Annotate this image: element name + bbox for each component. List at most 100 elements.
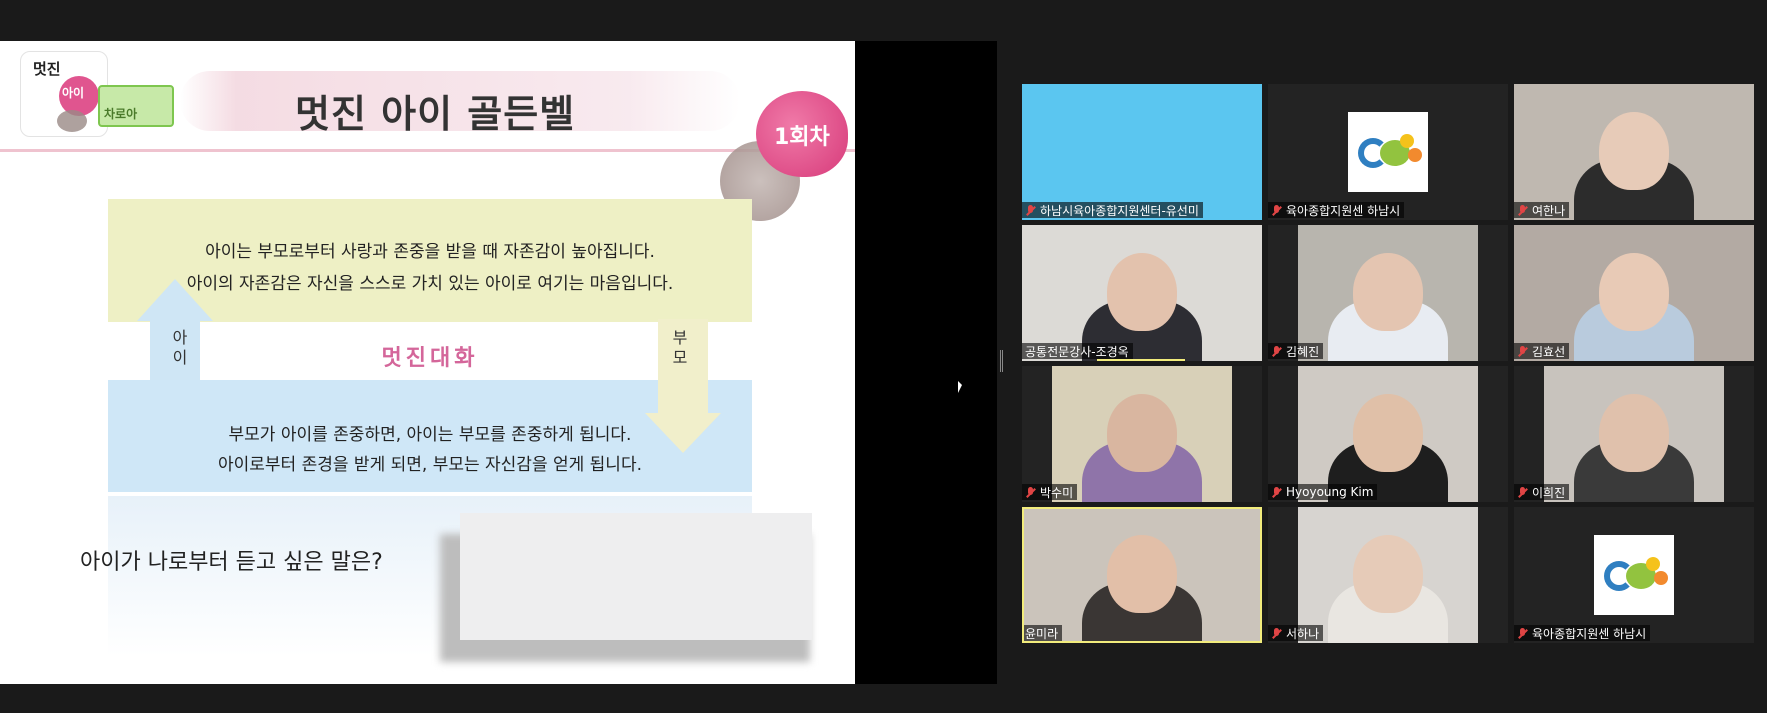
top-bar xyxy=(0,0,1767,41)
participant-name: 이희진 xyxy=(1532,485,1566,500)
participant-name-label: 서하나 xyxy=(1268,625,1324,641)
answer-box xyxy=(460,513,812,640)
participant-tile[interactable]: 김혜진 xyxy=(1268,225,1508,361)
participant-name: 박수미 xyxy=(1040,485,1074,500)
participant-video xyxy=(1268,507,1508,643)
mic-muted-icon xyxy=(1517,204,1528,216)
participant-photo xyxy=(1514,225,1754,361)
participant-photo xyxy=(1298,225,1478,361)
participant-name: 육아종합지원센 하남시 xyxy=(1532,626,1647,641)
mic-muted-icon xyxy=(1517,345,1528,357)
arrow-up-label: 아 이 xyxy=(172,328,188,367)
participant-photo xyxy=(1544,366,1724,502)
participant-tile[interactable]: 여한나 xyxy=(1514,84,1754,220)
top-message-line1: 아이는 부모로부터 사랑과 존중을 받을 때 자존감이 높아집니다. xyxy=(205,242,655,262)
center-text: 멋진대화 xyxy=(381,346,479,371)
participant-video xyxy=(1514,366,1754,502)
participant-name-label: 육아종합지원센 하남시 xyxy=(1514,625,1651,641)
participant-face xyxy=(1353,535,1423,613)
logo: 멋진 아이 xyxy=(20,51,108,137)
participant-name: 윤미라 xyxy=(1025,626,1059,641)
sign-text: 차로아 xyxy=(104,107,138,121)
participant-photo xyxy=(1052,366,1232,502)
participant-name-label: 김혜진 xyxy=(1268,343,1324,359)
participant-face xyxy=(1107,253,1177,331)
participant-video xyxy=(1022,507,1262,643)
session-label: 1회차 xyxy=(774,125,830,150)
mic-muted-icon xyxy=(1025,204,1036,216)
divider xyxy=(0,149,855,152)
participant-gallery: 하남시육아종합지원센터-유선미 육아종합지원센 하남시 여한나 공통전문강사-조경옥 김… xyxy=(1022,84,1755,644)
participant-face xyxy=(1107,535,1177,613)
shared-screen: 멋진 아이 차로아 멋진 아이 골든벨 1회차 아이는 부모로부터 사랑과 존중… xyxy=(0,41,855,684)
participant-tile[interactable]: 하남시육아종합지원센터-유선미 xyxy=(1022,84,1262,220)
slide-title: 멋진 아이 골든벨 xyxy=(295,92,576,136)
participant-name-label: 공통전문강사-조경옥 xyxy=(1022,343,1133,359)
participant-video xyxy=(1022,225,1262,361)
participant-tile[interactable]: 서하나 xyxy=(1268,507,1508,643)
arrow-down-icon xyxy=(645,413,721,453)
participant-video xyxy=(1022,84,1262,220)
participant-name-label: 윤미라 xyxy=(1022,625,1063,641)
participant-video xyxy=(1268,225,1508,361)
participant-name: 김효선 xyxy=(1532,344,1566,359)
participant-face xyxy=(1353,253,1423,331)
mic-muted-icon xyxy=(1025,486,1036,498)
participant-name: Hyoyoung Kim xyxy=(1286,485,1374,499)
participant-name-label: 육아종합지원센 하남시 xyxy=(1268,202,1405,218)
participant-video xyxy=(1514,225,1754,361)
participant-photo xyxy=(1514,84,1754,220)
participant-name-label: 박수미 xyxy=(1022,484,1078,500)
participant-photo xyxy=(1022,225,1262,361)
participant-photo xyxy=(1298,366,1478,502)
arrow-down-label: 부 모 xyxy=(672,328,688,367)
participant-name: 육아종합지원센 하남시 xyxy=(1286,203,1401,218)
participant-name-label: 하남시육아종합지원센터-유선미 xyxy=(1022,202,1203,218)
mouse-cursor-icon xyxy=(958,381,962,393)
mic-muted-icon xyxy=(1271,345,1282,357)
participant-tile[interactable]: 육아종합지원센 하남시 xyxy=(1268,84,1508,220)
participant-name: 하남시육아종합지원센터-유선미 xyxy=(1040,203,1199,218)
participant-video xyxy=(1514,84,1754,220)
participant-face xyxy=(1599,394,1669,472)
participant-name: 김혜진 xyxy=(1286,344,1320,359)
participant-video xyxy=(1268,366,1508,502)
participant-name: 여한나 xyxy=(1532,203,1566,218)
participant-tile[interactable]: 육아종합지원센 하남시 xyxy=(1514,507,1754,643)
participant-face xyxy=(1353,394,1423,472)
logo-badge: 아이 xyxy=(62,86,85,100)
mic-muted-icon xyxy=(1271,486,1282,498)
center-band: 멋진대화 xyxy=(108,322,752,380)
speaking-indicator xyxy=(1097,359,1185,361)
participant-video xyxy=(1268,84,1508,220)
participant-tile[interactable]: Hyoyoung Kim xyxy=(1268,366,1508,502)
participant-tile[interactable]: 박수미 xyxy=(1022,366,1262,502)
mic-muted-icon xyxy=(1517,627,1528,639)
participant-name: 공통전문강사-조경옥 xyxy=(1025,344,1129,359)
mic-muted-icon xyxy=(1271,204,1282,216)
bottom-message-line2: 아이로부터 존경을 받게 되면, 부모는 자신감을 얻게 됩니다. xyxy=(218,455,642,475)
participant-face xyxy=(1107,394,1177,472)
participant-name-label: Hyoyoung Kim xyxy=(1268,484,1378,500)
participant-face xyxy=(1599,253,1669,331)
participant-tile[interactable]: 윤미라 xyxy=(1022,507,1262,643)
participant-tile[interactable]: 이희진 xyxy=(1514,366,1754,502)
participant-photo xyxy=(1298,507,1478,643)
shared-screen-margin xyxy=(855,41,997,684)
split-handle[interactable] xyxy=(1000,350,1003,372)
participant-video xyxy=(1514,507,1754,643)
sign-image: 차로아 xyxy=(98,85,174,127)
participant-name: 서하나 xyxy=(1286,626,1320,641)
bottom-bar xyxy=(0,684,1767,713)
logo-text: 멋진 xyxy=(33,60,61,78)
org-logo-icon xyxy=(1348,112,1428,192)
clover-icon xyxy=(57,110,87,132)
question-text: 아이가 나로부터 듣고 싶은 말은? xyxy=(80,550,383,575)
mic-muted-icon xyxy=(1517,486,1528,498)
participant-video xyxy=(1022,366,1262,502)
participant-name-label: 김효선 xyxy=(1514,343,1570,359)
participant-tile[interactable]: 김효선 xyxy=(1514,225,1754,361)
participant-face xyxy=(1599,112,1669,190)
participant-tile[interactable]: 공통전문강사-조경옥 xyxy=(1022,225,1262,361)
org-logo-icon xyxy=(1594,535,1674,615)
